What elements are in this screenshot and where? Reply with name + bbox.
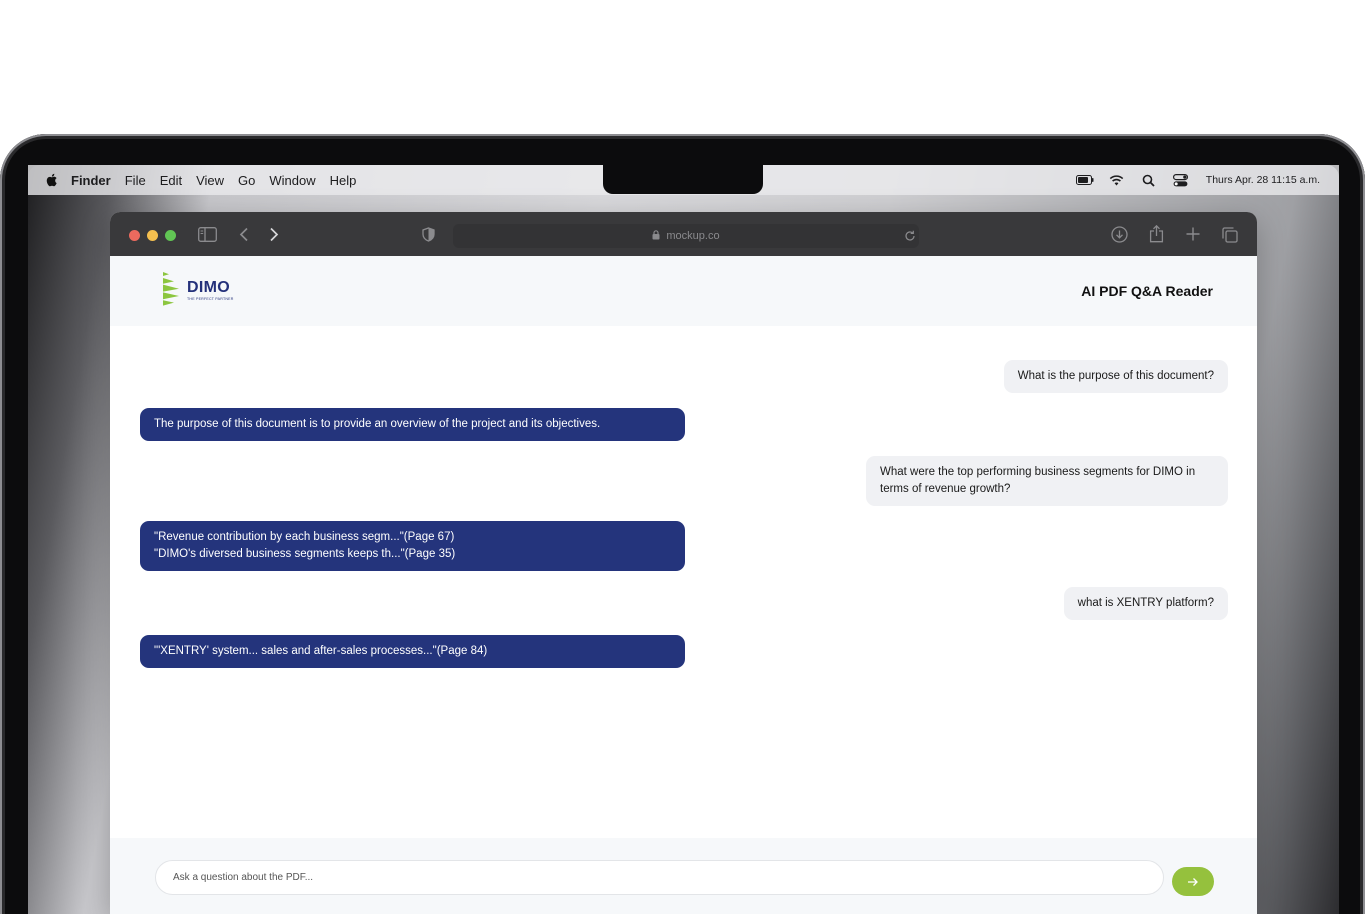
message-line: What is the purpose of this document? (1017, 370, 1214, 382)
page-title: AI PDF Q&A Reader (1081, 283, 1213, 299)
new-tab-icon[interactable] (1186, 227, 1200, 241)
apple-logo-icon[interactable] (44, 172, 60, 188)
back-icon[interactable] (239, 227, 249, 242)
logo-wordmark: DIMO (187, 279, 230, 296)
menu-help[interactable]: Help (330, 173, 357, 188)
composer (110, 838, 1257, 914)
share-icon[interactable] (1149, 225, 1164, 243)
lock-icon (652, 229, 660, 243)
browser-toolbar: mockup.co (110, 212, 1257, 256)
menu-view[interactable]: View (196, 173, 224, 188)
address-bar[interactable]: mockup.co (453, 224, 919, 248)
chat-thread: What is the purpose of this document? Th… (110, 326, 1257, 838)
search-icon[interactable] (1140, 171, 1158, 189)
message-line: "DIMO's diversed business segments keeps… (154, 548, 456, 560)
menu-window[interactable]: Window (269, 173, 315, 188)
message-line: what is XENTRY platform? (1077, 597, 1214, 609)
tab-overview-icon[interactable] (1222, 227, 1238, 243)
forward-icon[interactable] (269, 227, 279, 242)
message-line: "'XENTRY' system... sales and after-sale… (154, 645, 488, 657)
browser-window: mockup.co DIMO THE PERFECT PARTNER AI PD… (110, 212, 1257, 914)
menu-finder[interactable]: Finder (71, 173, 111, 188)
camera-notch (603, 165, 763, 194)
dimo-logo-mark-icon (163, 272, 179, 306)
logo-tagline: THE PERFECT PARTNER (187, 297, 234, 301)
bot-message: "Revenue contribution by each business s… (140, 521, 685, 571)
downloads-icon[interactable] (1111, 226, 1128, 243)
wifi-icon[interactable] (1108, 171, 1126, 189)
menu-clock[interactable]: Thurs Apr. 28 11:15 a.m. (1206, 174, 1320, 186)
message-line: "Revenue contribution by each business s… (154, 531, 455, 543)
arrow-right-icon (1188, 877, 1198, 886)
message-line: What were the top performing business se… (880, 466, 1196, 478)
zoom-window-button[interactable] (165, 230, 176, 241)
app-header: DIMO THE PERFECT PARTNER AI PDF Q&A Read… (110, 256, 1257, 326)
menu-edit[interactable]: Edit (160, 173, 182, 188)
user-message: What is the purpose of this document? (1003, 360, 1228, 393)
question-input[interactable] (155, 860, 1164, 895)
url-text: mockup.co (666, 230, 720, 242)
bot-message: The purpose of this document is to provi… (140, 408, 685, 441)
sidebar-toggle-icon[interactable] (198, 227, 217, 242)
close-window-button[interactable] (129, 230, 140, 241)
bot-message: "'XENTRY' system... sales and after-sale… (140, 635, 685, 668)
minimize-window-button[interactable] (147, 230, 158, 241)
user-message: What were the top performing business se… (866, 456, 1228, 506)
menu-file[interactable]: File (125, 173, 146, 188)
privacy-shield-icon[interactable] (422, 227, 435, 242)
battery-icon[interactable] (1075, 171, 1094, 189)
menu-go[interactable]: Go (238, 173, 255, 188)
message-line: terms of revenue growth? (880, 483, 1011, 495)
control-center-icon[interactable] (1172, 171, 1190, 189)
reload-icon[interactable] (901, 227, 919, 248)
send-button[interactable] (1172, 867, 1214, 896)
status-area: Thurs Apr. 28 11:15 a.m. (1075, 165, 1320, 195)
message-line: The purpose of this document is to provi… (154, 418, 601, 430)
dimo-logo[interactable]: DIMO THE PERFECT PARTNER (161, 271, 234, 307)
user-message: what is XENTRY platform? (1063, 587, 1228, 620)
